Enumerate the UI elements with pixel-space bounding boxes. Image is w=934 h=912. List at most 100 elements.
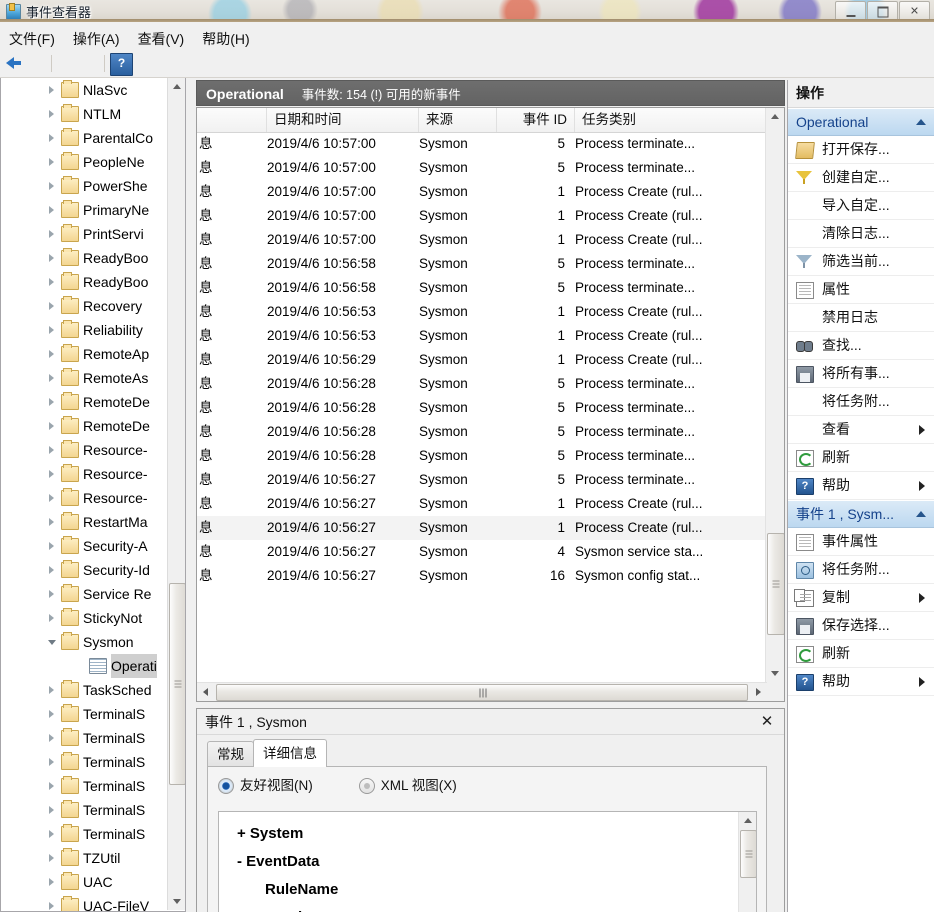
- tree-item-readyboo[interactable]: ReadyBoo: [1, 270, 171, 294]
- chevron-right-icon[interactable]: [49, 614, 54, 622]
- event-list-scroll-up-button[interactable]: [766, 108, 783, 125]
- close-button[interactable]: ✕: [899, 1, 930, 22]
- menu-file[interactable]: 文件(F): [0, 25, 64, 53]
- actions-list[interactable]: Operational 打开保存... 创建自定... 导入自定... 清除日志... 筛…: [788, 108, 934, 696]
- tree-item-terminals[interactable]: TerminalS: [1, 726, 171, 750]
- event-xml-content[interactable]: + System - EventData RuleName UtcTime 2019-0…: [218, 811, 757, 912]
- action-item[interactable]: 创建自定...: [788, 164, 934, 192]
- xml-scroll-up-button[interactable]: [739, 812, 756, 829]
- event-list-vscrollbar[interactable]: [765, 108, 784, 701]
- tree-item-ntlm[interactable]: NTLM: [1, 102, 171, 126]
- chevron-right-icon[interactable]: [49, 398, 54, 406]
- chevron-right-icon[interactable]: [49, 326, 54, 334]
- action-item[interactable]: 将所有事...: [788, 360, 934, 388]
- tree-item-powershe[interactable]: PowerShe: [1, 174, 171, 198]
- action-item[interactable]: 禁用日志: [788, 304, 934, 332]
- tree-scroll-up-button[interactable]: [168, 78, 185, 95]
- table-row[interactable]: 息 2019/4/6 10:56:27 Sysmon 4 Sysmon service …: [197, 540, 767, 564]
- action-item[interactable]: 将任务附...: [788, 556, 934, 584]
- chevron-right-icon[interactable]: [49, 158, 54, 166]
- event-list-scroll-down-button[interactable]: [766, 665, 783, 682]
- tree-item-operati[interactable]: Operati: [1, 654, 171, 678]
- chevron-right-icon[interactable]: [49, 854, 54, 862]
- table-row[interactable]: 息 2019/4/6 10:56:28 Sysmon 5 Process termina…: [197, 420, 767, 444]
- action-item[interactable]: 查看: [788, 416, 934, 444]
- column-header-level[interactable]: [197, 108, 267, 132]
- chevron-right-icon[interactable]: [49, 86, 54, 94]
- tree-item-remotede[interactable]: RemoteDe: [1, 390, 171, 414]
- tree-scroll-down-button[interactable]: [168, 893, 185, 910]
- table-row[interactable]: 息 2019/4/6 10:56:27 Sysmon 1 Process Create …: [197, 492, 767, 516]
- chevron-right-icon[interactable]: [49, 518, 54, 526]
- menu-action[interactable]: 操作(A): [64, 25, 129, 53]
- chevron-right-icon[interactable]: [49, 374, 54, 382]
- chevron-right-icon[interactable]: [49, 422, 54, 430]
- event-rows[interactable]: 息 2019/4/6 10:57:00 Sysmon 5 Process termina…: [197, 132, 767, 682]
- tree-item-security-id[interactable]: Security-Id: [1, 558, 171, 582]
- back-arrow-icon[interactable]: [4, 53, 25, 74]
- console-tree[interactable]: NlaSvc NTLM ParentalCo PeopleNe PowerShe Prim…: [1, 78, 171, 911]
- tree-item-restartma[interactable]: RestartMa: [1, 510, 171, 534]
- tree-item-printservi[interactable]: PrintServi: [1, 222, 171, 246]
- radio-friendly-view[interactable]: 友好视图(N): [218, 777, 313, 795]
- chevron-right-icon[interactable]: [49, 302, 54, 310]
- action-item[interactable]: 刷新: [788, 444, 934, 472]
- action-item[interactable]: 复制: [788, 584, 934, 612]
- table-row[interactable]: 息 2019/4/6 10:56:58 Sysmon 5 Process termina…: [197, 252, 767, 276]
- chevron-up-icon[interactable]: [916, 511, 926, 517]
- column-header-event-id[interactable]: 事件 ID: [497, 108, 575, 132]
- chevron-right-icon[interactable]: [49, 446, 54, 454]
- table-row[interactable]: 息 2019/4/6 10:56:27 Sysmon 16 Sysmon config …: [197, 564, 767, 588]
- submenu-arrow-icon[interactable]: [919, 677, 925, 687]
- maximize-button[interactable]: [867, 1, 898, 22]
- tree-item-uac-filev[interactable]: UAC-FileV: [1, 894, 171, 911]
- chevron-right-icon[interactable]: [49, 902, 54, 910]
- event-xml-scrollbar[interactable]: [738, 812, 756, 912]
- chevron-right-icon[interactable]: [49, 494, 54, 502]
- tree-item-terminals[interactable]: TerminalS: [1, 750, 171, 774]
- tree-item-primaryne[interactable]: PrimaryNe: [1, 198, 171, 222]
- action-item[interactable]: 打开保存...: [788, 136, 934, 164]
- table-row[interactable]: 息 2019/4/6 10:56:53 Sysmon 1 Process Create …: [197, 324, 767, 348]
- menu-view[interactable]: 查看(V): [129, 25, 194, 53]
- chevron-right-icon[interactable]: [49, 470, 54, 478]
- tree-item-sysmon[interactable]: Sysmon: [1, 630, 171, 654]
- tree-item-reliability[interactable]: Reliability: [1, 318, 171, 342]
- chevron-right-icon[interactable]: [49, 758, 54, 766]
- tree-item-tzutil[interactable]: TZUtil: [1, 846, 171, 870]
- action-item[interactable]: 属性: [788, 276, 934, 304]
- table-row[interactable]: 息 2019/4/6 10:57:00 Sysmon 1 Process Create …: [197, 204, 767, 228]
- chevron-right-icon[interactable]: [49, 134, 54, 142]
- action-item[interactable]: 事件属性: [788, 528, 934, 556]
- tab-details[interactable]: 详细信息: [253, 739, 327, 767]
- tree-item-recovery[interactable]: Recovery: [1, 294, 171, 318]
- chevron-right-icon[interactable]: [49, 830, 54, 838]
- chevron-up-icon[interactable]: [916, 119, 926, 125]
- tree-item-terminals[interactable]: TerminalS: [1, 702, 171, 726]
- tree-item-uac[interactable]: UAC: [1, 870, 171, 894]
- event-list-scroll-left-button[interactable]: [197, 683, 214, 701]
- tree-item-peoplene[interactable]: PeopleNe: [1, 150, 171, 174]
- tree-item-resource-[interactable]: Resource-: [1, 486, 171, 510]
- table-row[interactable]: 息 2019/4/6 10:57:00 Sysmon 1 Process Create …: [197, 180, 767, 204]
- actions-group-header[interactable]: 事件 1 , Sysm...: [788, 500, 934, 528]
- event-list-hscrollbar-thumb[interactable]: [216, 684, 748, 701]
- table-row[interactable]: 息 2019/4/6 10:56:27 Sysmon 1 Process Create …: [197, 516, 767, 540]
- table-row[interactable]: 息 2019/4/6 10:56:29 Sysmon 1 Process Create …: [197, 348, 767, 372]
- tree-scrollbar-thumb[interactable]: [169, 583, 185, 785]
- tree-item-stickynot[interactable]: StickyNot: [1, 606, 171, 630]
- menu-help[interactable]: 帮助(H): [193, 25, 258, 53]
- column-header-source[interactable]: 来源: [419, 108, 497, 132]
- chevron-right-icon[interactable]: [49, 734, 54, 742]
- tree-item-service-re[interactable]: Service Re: [1, 582, 171, 606]
- event-list-scroll-right-button[interactable]: [750, 683, 767, 701]
- table-row[interactable]: 息 2019/4/6 10:56:27 Sysmon 5 Process termina…: [197, 468, 767, 492]
- radio-xml-view[interactable]: XML 视图(X): [358, 777, 457, 795]
- tree-item-terminals[interactable]: TerminalS: [1, 774, 171, 798]
- action-item[interactable]: 保存选择...: [788, 612, 934, 640]
- chevron-right-icon[interactable]: [49, 230, 54, 238]
- chevron-right-icon[interactable]: [49, 878, 54, 886]
- column-header-date[interactable]: 日期和时间: [267, 108, 419, 132]
- table-row[interactable]: 息 2019/4/6 10:56:58 Sysmon 5 Process termina…: [197, 276, 767, 300]
- actions-group-header[interactable]: Operational: [788, 108, 934, 136]
